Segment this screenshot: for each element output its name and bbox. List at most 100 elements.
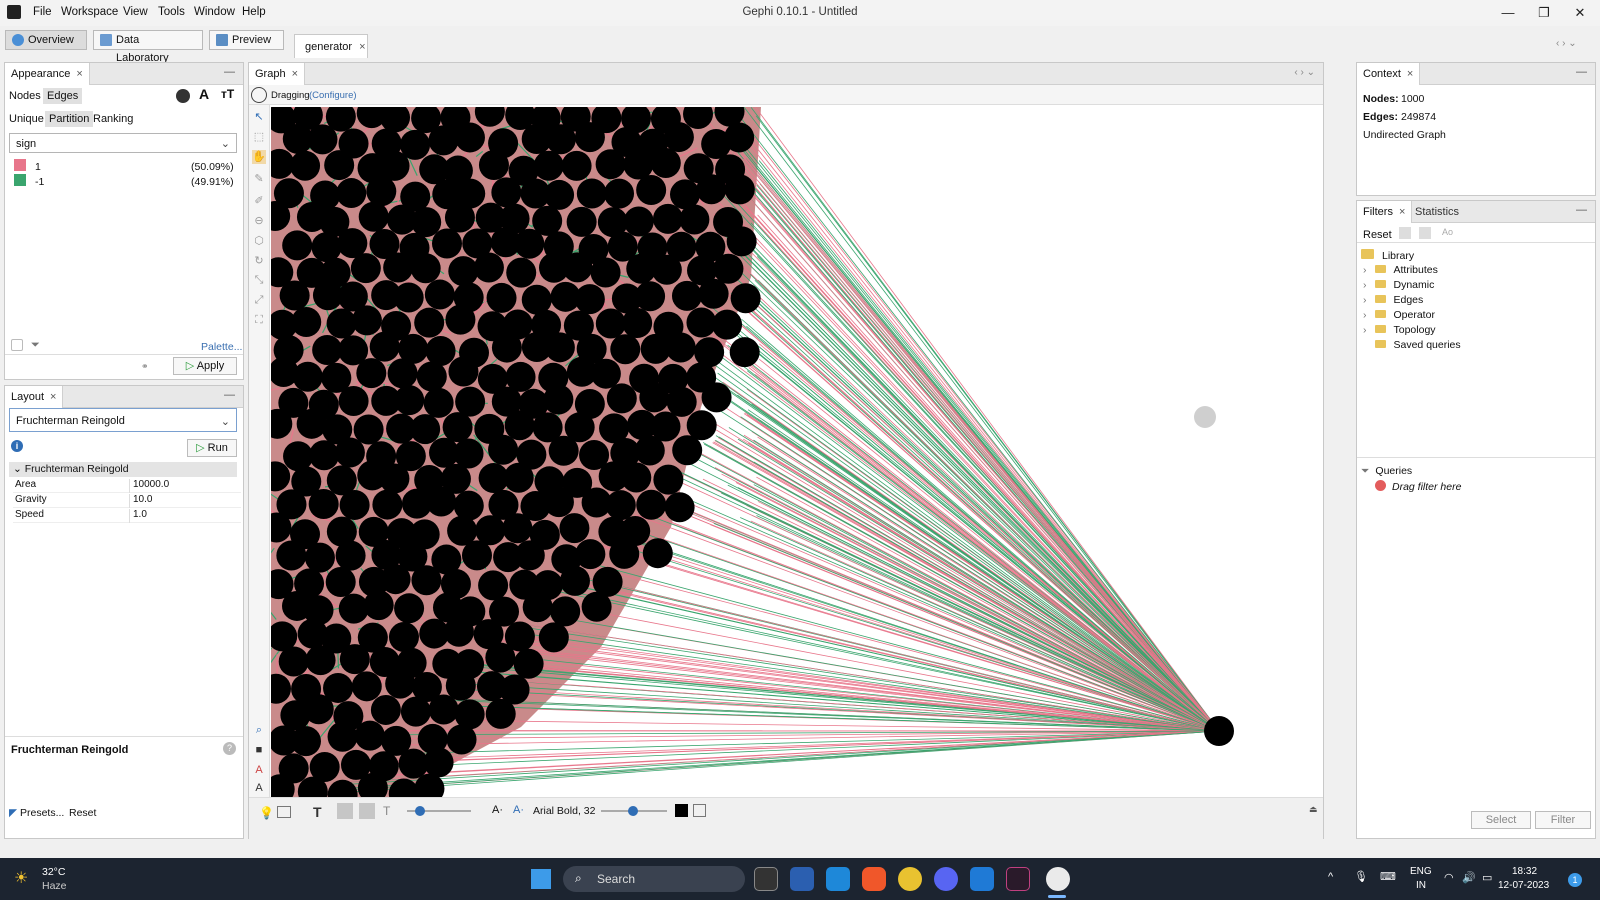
help-icon[interactable]: ? bbox=[223, 742, 236, 755]
edge-tool-icon[interactable] bbox=[359, 803, 375, 819]
graph-node[interactable] bbox=[290, 726, 321, 757]
graph-node[interactable] bbox=[369, 331, 400, 362]
drag-hand-icon[interactable]: ✋ bbox=[252, 150, 266, 164]
graph-node[interactable] bbox=[538, 622, 569, 653]
attribute-select[interactable]: sign ⌄ bbox=[9, 133, 237, 153]
graph-node[interactable] bbox=[548, 435, 579, 466]
color-palette-icon[interactable] bbox=[176, 89, 190, 103]
graph-node[interactable] bbox=[393, 282, 424, 313]
text-icon[interactable]: T bbox=[313, 804, 322, 820]
tree-item[interactable]: › Operator bbox=[1363, 309, 1435, 321]
graph-node[interactable] bbox=[504, 410, 535, 441]
graph-node[interactable] bbox=[575, 539, 606, 570]
close-icon[interactable]: × bbox=[292, 68, 298, 80]
reset-layout-button[interactable]: Reset bbox=[69, 807, 96, 819]
graph-node[interactable] bbox=[379, 150, 410, 181]
graph-node[interactable] bbox=[394, 385, 425, 416]
tab-ranking[interactable]: Ranking bbox=[93, 113, 133, 125]
settings-icon[interactable] bbox=[11, 339, 23, 351]
tab-graph[interactable]: Graph × bbox=[249, 63, 306, 85]
graph-node[interactable] bbox=[664, 492, 695, 523]
graph-node[interactable] bbox=[416, 361, 447, 392]
graph-node[interactable] bbox=[473, 252, 504, 283]
graph-node[interactable] bbox=[350, 253, 381, 284]
graph-node[interactable] bbox=[339, 489, 370, 520]
data-laboratory-button[interactable]: Data Laboratory bbox=[93, 30, 203, 64]
tab-statistics[interactable]: Statistics bbox=[1415, 206, 1459, 218]
graph-node[interactable] bbox=[446, 724, 477, 755]
run-button[interactable]: ▷ Run bbox=[187, 439, 237, 457]
graph-node[interactable] bbox=[514, 228, 545, 259]
graph-node[interactable] bbox=[327, 721, 358, 752]
graph-node[interactable] bbox=[610, 334, 641, 365]
brave-icon[interactable] bbox=[862, 867, 886, 891]
graph-node[interactable] bbox=[636, 489, 667, 520]
close-icon[interactable]: ✕ bbox=[1562, 0, 1598, 26]
graph-node[interactable] bbox=[730, 283, 761, 314]
graph-node[interactable] bbox=[550, 596, 581, 627]
paint-icon[interactable]: ✎ bbox=[252, 172, 266, 186]
tab-partition[interactable]: Partition bbox=[45, 111, 94, 127]
weather-temp[interactable]: 32°C bbox=[42, 866, 65, 878]
menu-tools[interactable]: Tools bbox=[158, 6, 185, 18]
graph-node[interactable] bbox=[358, 201, 389, 232]
text-tool-icon[interactable]: T bbox=[383, 804, 390, 818]
graph-node[interactable] bbox=[561, 150, 592, 181]
graph-node[interactable] bbox=[590, 257, 621, 288]
graph-node[interactable] bbox=[581, 591, 612, 622]
gephi-taskbar-icon[interactable] bbox=[1046, 867, 1070, 891]
tray-chevron-icon[interactable]: ^ bbox=[1328, 871, 1333, 883]
graph-node[interactable] bbox=[308, 489, 339, 520]
graph-node[interactable] bbox=[701, 382, 732, 413]
graph-node[interactable] bbox=[428, 125, 459, 156]
graph-node[interactable] bbox=[544, 179, 575, 210]
graph-node[interactable] bbox=[543, 487, 574, 518]
graph-node[interactable] bbox=[380, 564, 411, 595]
graph-node[interactable] bbox=[485, 698, 516, 729]
graph-node[interactable] bbox=[428, 694, 459, 725]
graph-node[interactable] bbox=[485, 642, 516, 673]
graph-node[interactable] bbox=[623, 206, 654, 237]
graph-node[interactable] bbox=[724, 122, 755, 153]
graph-node[interactable] bbox=[423, 387, 454, 418]
graph-node[interactable] bbox=[672, 435, 703, 466]
graph-node[interactable] bbox=[595, 149, 626, 180]
lang-label[interactable]: ENG bbox=[1410, 866, 1432, 877]
graph-node[interactable] bbox=[726, 226, 757, 257]
tree-item[interactable]: › Attributes bbox=[1363, 264, 1438, 276]
chrome-icon[interactable] bbox=[898, 867, 922, 891]
tree-library[interactable]: Library bbox=[1361, 249, 1414, 262]
label-color-swatch[interactable] bbox=[675, 804, 688, 817]
notification-badge[interactable]: 1 bbox=[1568, 873, 1582, 887]
graph-node[interactable] bbox=[639, 382, 670, 413]
info-icon[interactable]: i bbox=[11, 440, 23, 452]
close-icon[interactable]: × bbox=[1399, 206, 1405, 218]
presets-button[interactable]: ◤ Presets... bbox=[9, 807, 64, 819]
graph-node[interactable] bbox=[522, 592, 553, 623]
tab-appearance[interactable]: Appearance × bbox=[5, 63, 90, 85]
graph-node[interactable] bbox=[513, 648, 544, 679]
graph-node[interactable] bbox=[448, 356, 479, 387]
volume-icon[interactable]: 🔊 bbox=[1462, 871, 1476, 884]
graph-node[interactable] bbox=[326, 308, 357, 339]
graph-node[interactable] bbox=[609, 538, 640, 569]
taskbar-search[interactable]: Search bbox=[563, 866, 745, 892]
graph-node[interactable] bbox=[636, 174, 667, 205]
node-pencil-icon[interactable]: ⛶ bbox=[252, 314, 266, 328]
graph-node[interactable] bbox=[590, 358, 621, 389]
menu-workspace[interactable]: Workspace bbox=[61, 6, 118, 18]
graph-node[interactable] bbox=[311, 232, 342, 263]
graph-node[interactable] bbox=[383, 252, 414, 283]
attributes-icon[interactable] bbox=[693, 804, 706, 817]
minimize-icon[interactable]: — bbox=[1490, 0, 1526, 26]
graph-node[interactable] bbox=[642, 538, 673, 569]
graph-node[interactable] bbox=[686, 410, 717, 441]
graph-node[interactable] bbox=[303, 694, 334, 725]
graph-node[interactable] bbox=[282, 230, 313, 261]
graph-node[interactable] bbox=[626, 253, 657, 284]
graph-node[interactable] bbox=[354, 720, 385, 751]
graph-node[interactable] bbox=[279, 280, 310, 311]
apply-button[interactable]: ▷ Apply bbox=[173, 357, 237, 375]
graph-node[interactable] bbox=[379, 463, 410, 494]
graph-node[interactable] bbox=[729, 337, 760, 368]
